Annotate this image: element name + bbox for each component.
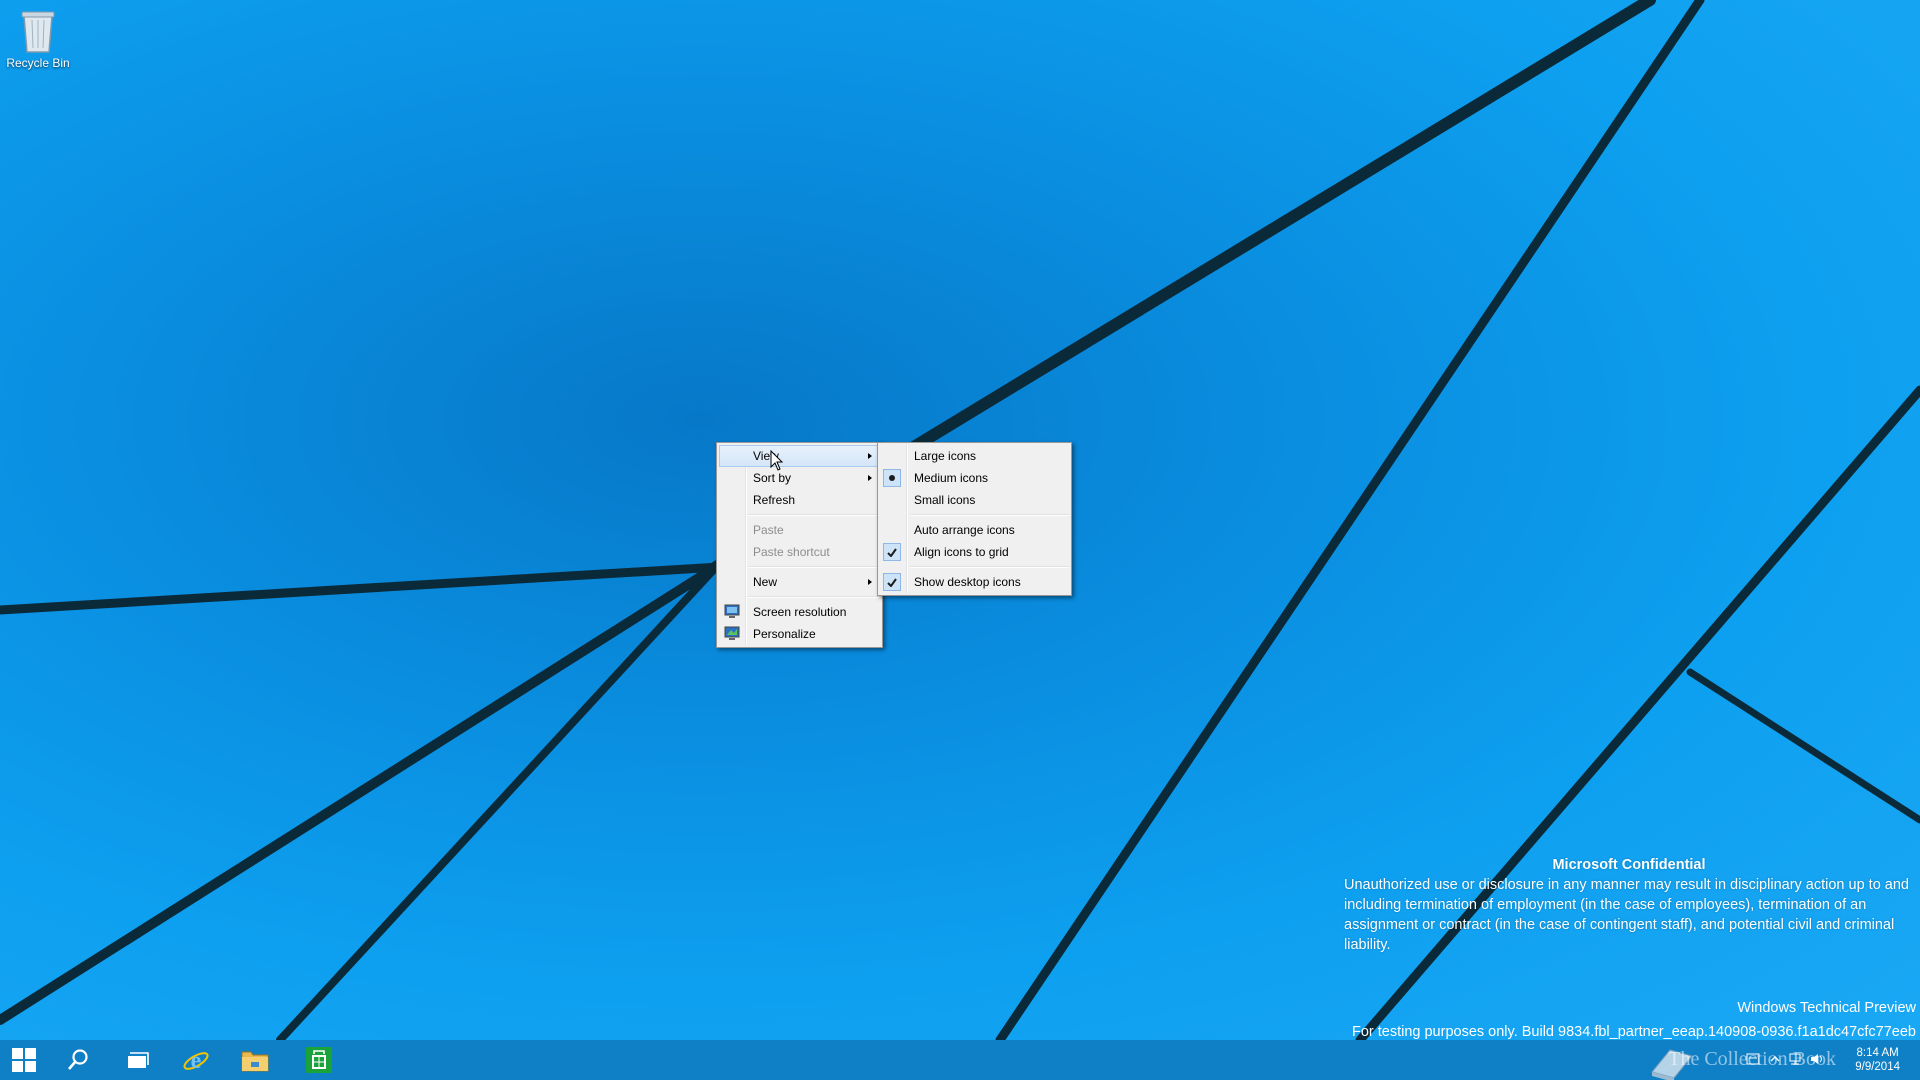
- mouse-cursor-icon: [770, 450, 784, 471]
- screen-resolution-icon: [724, 604, 740, 618]
- menu-item-label: Medium icons: [914, 471, 989, 485]
- menu-item-label: Show desktop icons: [914, 575, 1021, 589]
- view-submenu: Large icons Medium icons Small icons Aut…: [877, 442, 1072, 596]
- recycle-bin-icon: [21, 11, 55, 53]
- search-button[interactable]: [50, 1040, 106, 1080]
- menu-item-refresh[interactable]: Refresh: [719, 489, 880, 511]
- menu-item-label: Align icons to grid: [914, 545, 1009, 559]
- menu-item-view[interactable]: View: [719, 445, 880, 467]
- menu-item-medium-icons[interactable]: Medium icons: [880, 467, 1069, 489]
- menu-item-label: Large icons: [914, 449, 977, 463]
- store-button[interactable]: [291, 1040, 347, 1080]
- menu-item-label: Paste shortcut: [753, 545, 830, 559]
- checkmark-icon: [883, 573, 901, 591]
- volume-icon[interactable]: [1810, 1053, 1826, 1065]
- personalize-icon: [724, 626, 740, 640]
- recycle-bin-label: Recycle Bin: [6, 56, 70, 70]
- clock-time: 8:14 AM: [1856, 1047, 1899, 1059]
- menu-item-paste-shortcut[interactable]: Paste shortcut: [719, 541, 880, 563]
- store-icon: [306, 1047, 332, 1073]
- menu-item-align-icons-to-grid[interactable]: Align icons to grid: [880, 541, 1069, 563]
- menu-item-label: New: [753, 575, 778, 589]
- watermark-body: Unauthorized use or disclosure in any ma…: [1344, 877, 1909, 953]
- network-icon[interactable]: [1788, 1053, 1802, 1065]
- menu-item-label: Sort by: [753, 471, 792, 485]
- menu-item-label: Small icons: [914, 493, 976, 507]
- system-tray: The Collection Book 8:14 AM 9/9/2014: [1650, 1040, 1920, 1080]
- menu-item-small-icons[interactable]: Small icons: [880, 489, 1069, 511]
- svg-text:e: e: [191, 1048, 202, 1074]
- menu-item-show-desktop-icons[interactable]: Show desktop icons: [880, 571, 1069, 593]
- taskbar: e The Collection Book 8:14 AM 9/9/2014: [0, 1040, 1920, 1080]
- menu-item-screen-resolution[interactable]: Screen resolution: [719, 601, 880, 623]
- desktop-context-menu: View Sort by Refresh Paste Paste shortcu…: [716, 442, 883, 648]
- chevron-up-icon[interactable]: [1770, 1053, 1780, 1065]
- start-button[interactable]: [0, 1040, 48, 1080]
- menu-item-sort-by[interactable]: Sort by: [719, 467, 880, 489]
- menu-item-label: Auto arrange icons: [914, 523, 1015, 537]
- menu-item-label: Personalize: [753, 627, 816, 641]
- menu-item-large-icons[interactable]: Large icons: [880, 445, 1069, 467]
- edition-label: Windows Technical Preview: [1737, 1000, 1916, 1016]
- desktop[interactable]: Recycle Bin View Sort by Refresh Paste P…: [0, 0, 1920, 1040]
- start-icon: [12, 1048, 36, 1072]
- menu-item-new[interactable]: New: [719, 571, 880, 593]
- menu-item-paste[interactable]: Paste: [719, 519, 880, 541]
- file-explorer-icon: [241, 1051, 269, 1072]
- submenu-arrow-icon: [868, 475, 872, 481]
- checkmark-icon: [883, 543, 901, 561]
- build-label: For testing purposes only. Build 9834.fb…: [1351, 1024, 1916, 1040]
- radio-bullet-icon: [883, 469, 901, 487]
- task-view-icon: [128, 1052, 149, 1068]
- task-view-button[interactable]: [109, 1040, 165, 1080]
- menu-separator: [749, 514, 880, 516]
- file-explorer-button[interactable]: [227, 1040, 283, 1080]
- confidential-watermark: Microsoft Confidential Unauthorized use …: [1344, 855, 1914, 955]
- search-icon: [68, 1049, 88, 1070]
- menu-separator: [749, 596, 880, 598]
- menu-item-label: Paste: [753, 523, 784, 537]
- recycle-bin-shortcut[interactable]: Recycle Bin: [6, 6, 70, 70]
- menu-separator: [910, 514, 1069, 516]
- menu-item-personalize[interactable]: Personalize: [719, 623, 880, 645]
- build-watermark: Windows Technical Preview For testing pu…: [1016, 996, 1916, 1040]
- internet-explorer-button[interactable]: e: [168, 1040, 224, 1080]
- menu-separator: [910, 566, 1069, 568]
- menu-item-auto-arrange-icons[interactable]: Auto arrange icons: [880, 519, 1069, 541]
- menu-item-label: Refresh: [753, 493, 796, 507]
- watermark-title: Microsoft Confidential: [1552, 857, 1706, 873]
- internet-explorer-icon: e: [183, 1048, 209, 1074]
- submenu-arrow-icon: [868, 453, 872, 459]
- clock-date: 9/9/2014: [1855, 1061, 1900, 1073]
- taskbar-clock[interactable]: 8:14 AM 9/9/2014: [1855, 1046, 1900, 1074]
- menu-separator: [749, 566, 880, 568]
- menu-item-label: Screen resolution: [753, 605, 847, 619]
- submenu-arrow-icon: [868, 579, 872, 585]
- action-center-icon[interactable]: [1746, 1053, 1760, 1065]
